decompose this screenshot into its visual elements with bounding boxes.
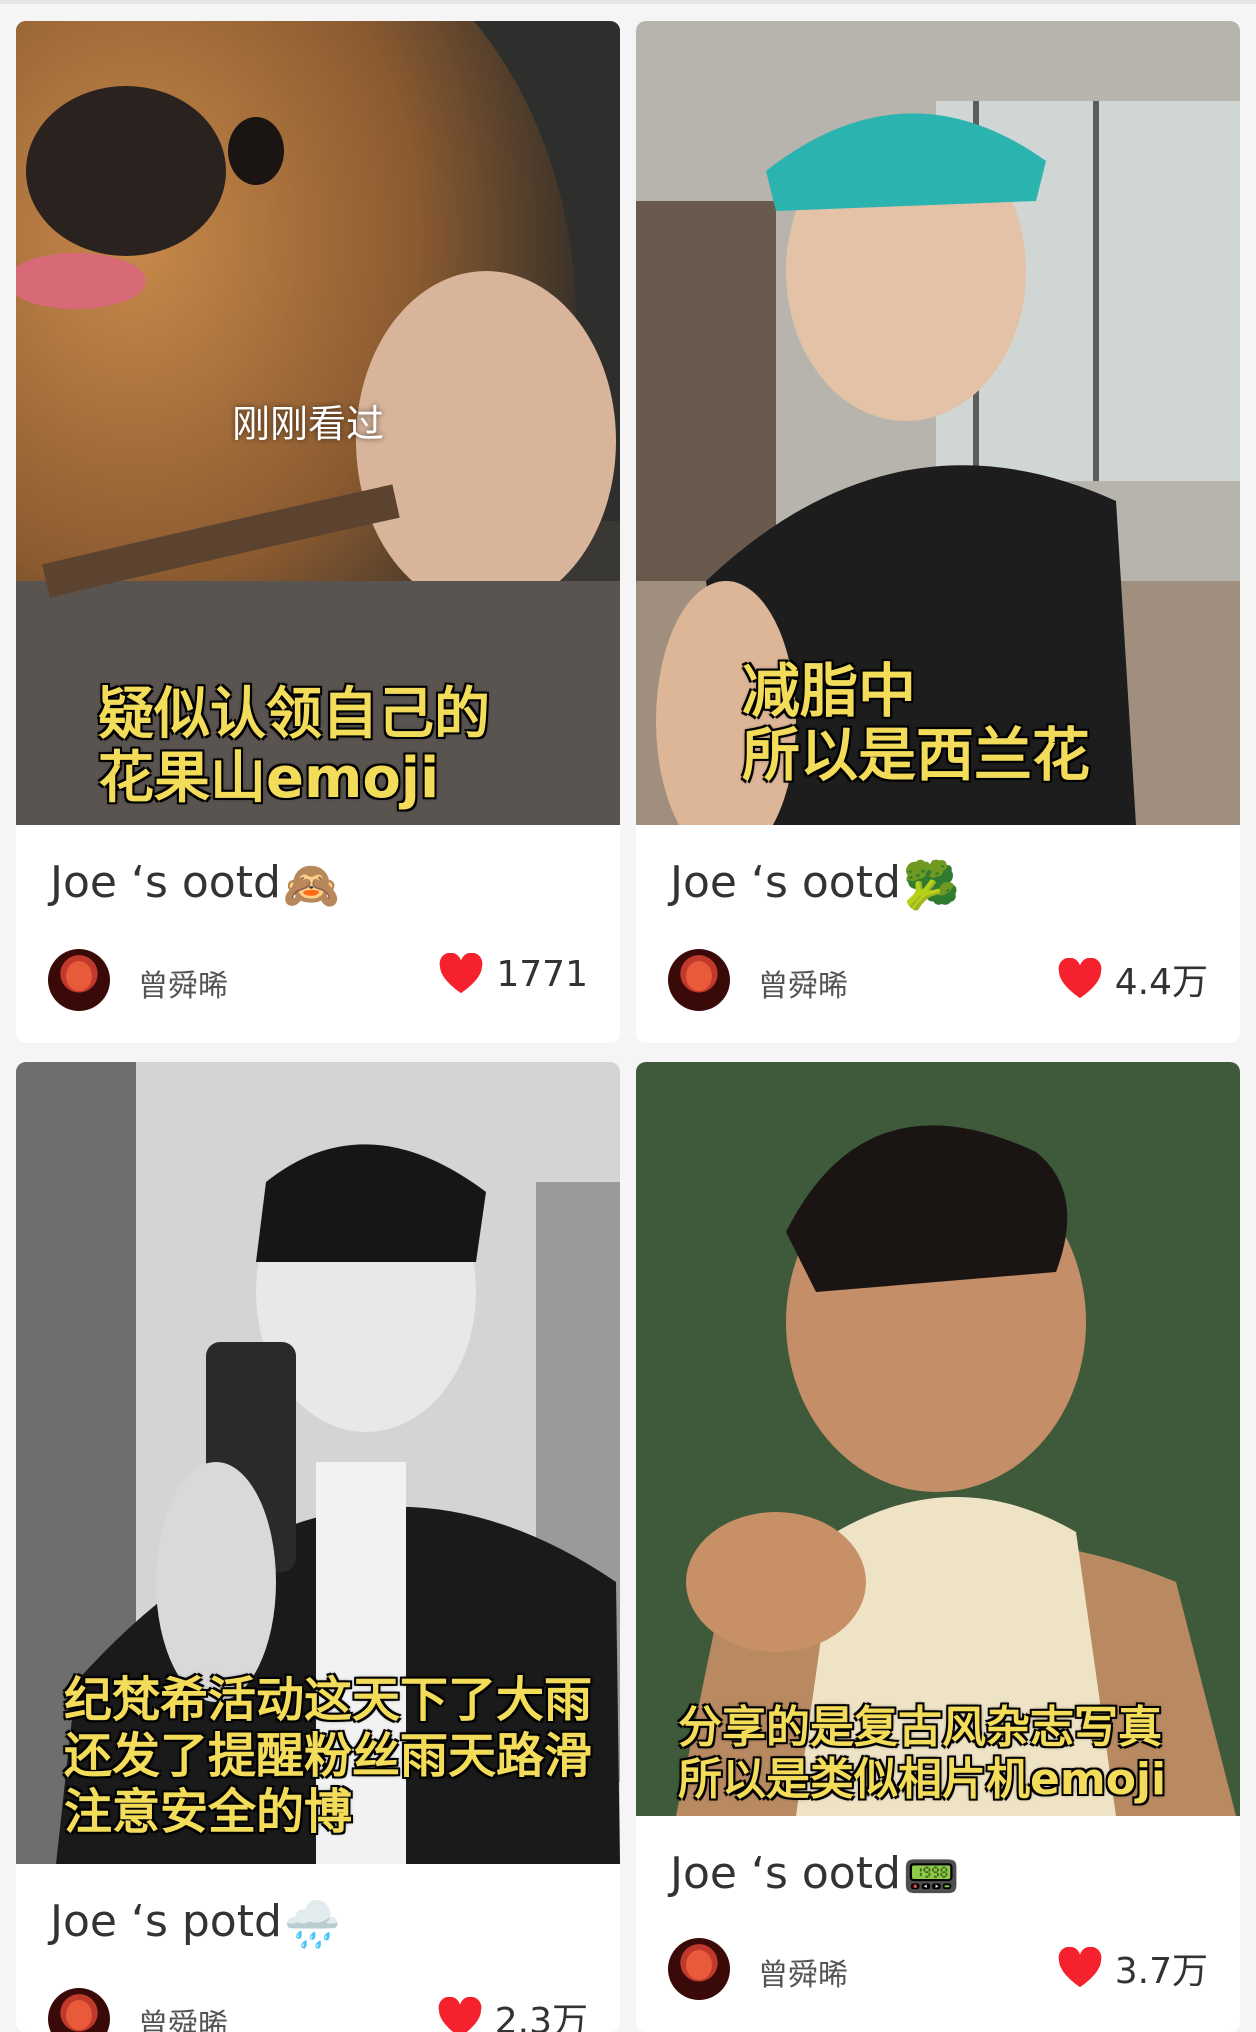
note-cover-image-2[interactable]: 减脂中 所以是西兰花 bbox=[636, 21, 1240, 825]
cover-caption: 纪梵希活动这天下了大雨 还发了提醒粉丝雨天路滑 注意安全的博 bbox=[64, 1672, 593, 1840]
monkey-emoji-icon: 🙈 bbox=[282, 857, 341, 912]
note-card-1[interactable]: 刚刚看过 疑似认领自己的 花果山emoji Joe ‘s ootd🙈 曾舜晞 1… bbox=[16, 21, 620, 1043]
note-card-4[interactable]: 分享的是复古风杂志写真 所以是类似相片机emoji Joe ‘s ootd📟 曾… bbox=[636, 1062, 1240, 2032]
like-button[interactable]: 3.7万 bbox=[1057, 1942, 1208, 1994]
heart-icon bbox=[1058, 1947, 1102, 1988]
recently-viewed-label: 刚刚看过 bbox=[232, 402, 385, 446]
like-count: 4.4万 bbox=[1114, 962, 1208, 1003]
note-title: Joe ‘s potd🌧️ bbox=[50, 1896, 342, 1951]
author-name[interactable]: 曾舜晞 bbox=[138, 2000, 228, 2032]
rain-cloud-emoji-icon: 🌧️ bbox=[283, 1896, 342, 1951]
avatar[interactable] bbox=[48, 1988, 110, 2032]
heart-icon bbox=[438, 1997, 482, 2032]
like-button[interactable]: 2.3万 bbox=[437, 1992, 588, 2032]
author-name[interactable]: 曾舜晞 bbox=[758, 1950, 848, 1994]
note-title: Joe ‘s ootd📟 bbox=[670, 1848, 961, 1903]
heart-icon bbox=[439, 953, 483, 994]
pager-emoji-icon: 📟 bbox=[902, 1848, 961, 1903]
note-card-3[interactable]: 纪梵希活动这天下了大雨 还发了提醒粉丝雨天路滑 注意安全的博 Joe ‘s po… bbox=[16, 1062, 620, 2032]
avatar[interactable] bbox=[668, 949, 730, 1011]
avatar[interactable] bbox=[48, 949, 110, 1011]
cover-caption: 减脂中 所以是西兰花 bbox=[742, 657, 1091, 789]
like-count: 3.7万 bbox=[1114, 1951, 1208, 1992]
avatar[interactable] bbox=[668, 1938, 730, 2000]
like-count: 1771 bbox=[496, 953, 588, 995]
note-card-2[interactable]: 减脂中 所以是西兰花 Joe ‘s ootd🥦 曾舜晞 4.4万 bbox=[636, 21, 1240, 1043]
note-title: Joe ‘s ootd🙈 bbox=[50, 857, 341, 912]
cover-caption: 疑似认领自己的 花果山emoji bbox=[98, 682, 490, 811]
note-cover-image-3[interactable]: 纪梵希活动这天下了大雨 还发了提醒粉丝雨天路滑 注意安全的博 bbox=[16, 1062, 620, 1864]
broccoli-emoji-icon: 🥦 bbox=[902, 857, 961, 912]
note-cover-image-4[interactable]: 分享的是复古风杂志写真 所以是类似相片机emoji bbox=[636, 1062, 1240, 1816]
like-count: 2.3万 bbox=[494, 2001, 588, 2032]
heart-icon bbox=[1058, 958, 1102, 999]
author-name[interactable]: 曾舜晞 bbox=[138, 961, 228, 1005]
like-button[interactable]: 4.4万 bbox=[1057, 953, 1208, 1005]
top-divider bbox=[0, 0, 1256, 4]
cover-caption: 分享的是复古风杂志写真 所以是类似相片机emoji bbox=[678, 1702, 1167, 1805]
note-title: Joe ‘s ootd🥦 bbox=[670, 857, 961, 912]
like-button[interactable]: 1771 bbox=[438, 953, 588, 995]
author-name[interactable]: 曾舜晞 bbox=[758, 961, 848, 1005]
note-cover-image-1[interactable]: 刚刚看过 疑似认领自己的 花果山emoji bbox=[16, 21, 620, 825]
